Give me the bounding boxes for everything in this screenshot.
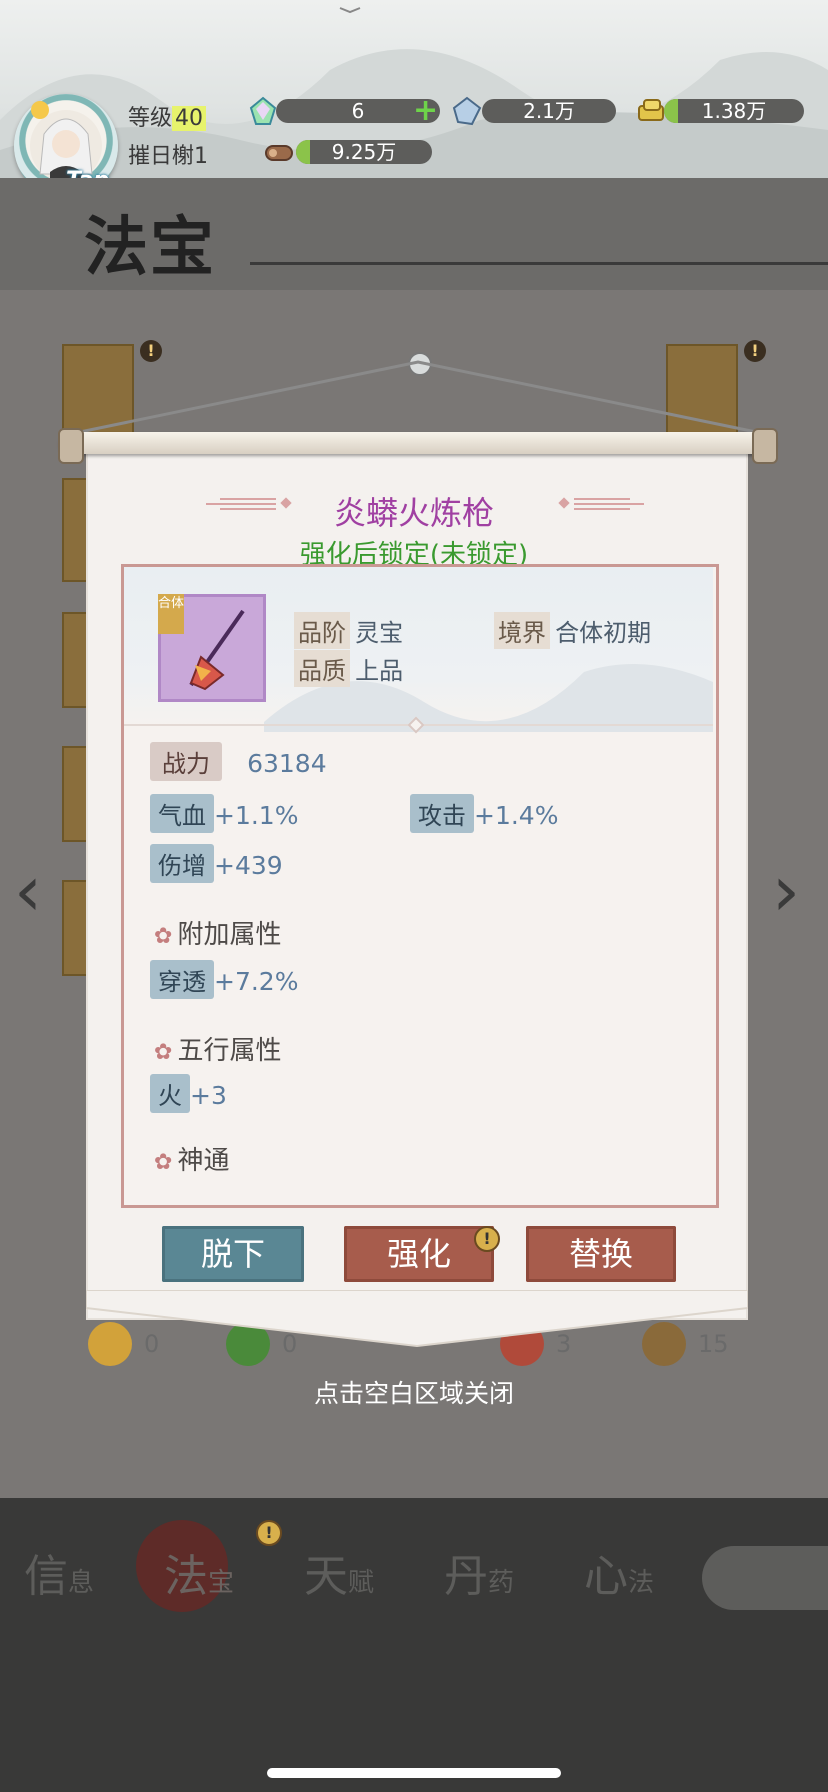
- stat-value: +1.1%: [214, 801, 299, 830]
- realm-row: 境界 合体初期: [494, 612, 651, 649]
- quality-value: 上品: [355, 657, 404, 685]
- stat-label: 穿透: [150, 960, 214, 999]
- gold-counter: 1.38万: [664, 99, 804, 123]
- power-value: 63184: [247, 749, 327, 778]
- stat-row: 气血 +1.1%: [150, 794, 298, 833]
- close-hint[interactable]: 点击空白区域关闭: [0, 1374, 828, 1410]
- grade-value: 灵宝: [355, 619, 404, 647]
- prev-arrow-icon[interactable]: ‹: [14, 850, 42, 932]
- stat-label: 火: [150, 1074, 190, 1113]
- crystal-counter: 2.1万: [482, 99, 616, 123]
- grade-label: 品阶: [294, 612, 350, 649]
- flower-icon: ✿: [154, 1040, 173, 1065]
- nav-extra-button[interactable]: [702, 1546, 828, 1610]
- power-row: 战力 63184: [150, 742, 327, 781]
- player-name: 摧日榭1: [128, 144, 208, 169]
- stat-value: +1.4%: [474, 801, 559, 830]
- enhance-button[interactable]: 强化: [344, 1226, 494, 1282]
- stat-value: +439: [214, 851, 283, 880]
- quality-label: 品质: [294, 650, 350, 687]
- unequip-button[interactable]: 脱下: [162, 1226, 304, 1282]
- home-indicator[interactable]: [267, 1768, 561, 1778]
- nav-item-treasure[interactable]: 法宝: [164, 1540, 234, 1604]
- realm-label: 境界: [494, 612, 550, 649]
- flower-icon: ✿: [154, 924, 173, 949]
- rod-cap-left: [58, 428, 84, 464]
- stat-label: 伤增: [150, 844, 214, 883]
- power-label: 战力: [150, 742, 222, 781]
- flower-icon: ✿: [154, 1150, 173, 1175]
- stat-value: +3: [190, 1081, 227, 1110]
- add-gem-button[interactable]: +: [413, 96, 438, 126]
- item-realm-badge: 合体: [158, 594, 184, 634]
- stat-value: +7.2%: [214, 967, 299, 996]
- level-label: 等级: [128, 106, 173, 131]
- nav-item-method[interactable]: 心法: [584, 1540, 654, 1604]
- stat-row: 伤增 +439: [150, 844, 283, 883]
- stat-label: 气血: [150, 794, 214, 833]
- wood-counter: 9.25万: [296, 140, 432, 164]
- gem-icon: [249, 96, 277, 125]
- level-row: 等级 40: [128, 100, 207, 132]
- bottom-nav: [0, 1498, 828, 1792]
- replace-button[interactable]: 替换: [526, 1226, 676, 1282]
- scroll-rod: [60, 432, 776, 454]
- hanging-string: [79, 360, 757, 434]
- next-arrow-icon[interactable]: ›: [772, 850, 800, 932]
- gem-value: 6: [351, 99, 365, 123]
- title-divider: [250, 262, 828, 265]
- crystal-icon: [452, 96, 482, 126]
- stat-row: 火 +3: [150, 1074, 227, 1113]
- skill-header: ✿ 神通: [154, 1140, 230, 1177]
- extra-attr-title: 附加属性: [177, 920, 282, 950]
- gold-value: 1.38万: [701, 99, 767, 123]
- alert-icon: !: [256, 1520, 282, 1546]
- alert-icon: !: [744, 340, 766, 362]
- element-attr-header: ✿ 五行属性: [154, 1030, 282, 1067]
- skill-title: 神通: [177, 1146, 230, 1176]
- alert-icon: !: [140, 340, 162, 362]
- stat-row: 攻击 +1.4%: [410, 794, 558, 833]
- scroll-bottom-edge: [86, 1290, 748, 1348]
- gold-icon: [638, 99, 664, 121]
- rod-cap-right: [752, 428, 778, 464]
- nav-item-talent[interactable]: 天赋: [304, 1540, 374, 1604]
- extra-attr-header: ✿ 附加属性: [154, 914, 282, 951]
- stat-row: 穿透 +7.2%: [150, 960, 298, 999]
- grade-row: 品阶 灵宝: [294, 612, 403, 649]
- realm-value: 合体初期: [555, 619, 652, 647]
- level-value: 40: [172, 106, 207, 131]
- nav-item-pill[interactable]: 丹药: [444, 1540, 514, 1604]
- nav-item-info[interactable]: 信息: [24, 1540, 94, 1604]
- crystal-value: 2.1万: [523, 99, 575, 123]
- quality-row: 品质 上品: [294, 650, 403, 687]
- wood-icon: [265, 145, 293, 161]
- stat-label: 攻击: [410, 794, 474, 833]
- alert-icon: !: [474, 1226, 500, 1252]
- wood-value: 9.25万: [331, 140, 397, 164]
- page-title: 法宝: [84, 210, 216, 285]
- element-attr-title: 五行属性: [177, 1036, 282, 1066]
- item-name: 炎蟒火炼枪: [333, 494, 494, 532]
